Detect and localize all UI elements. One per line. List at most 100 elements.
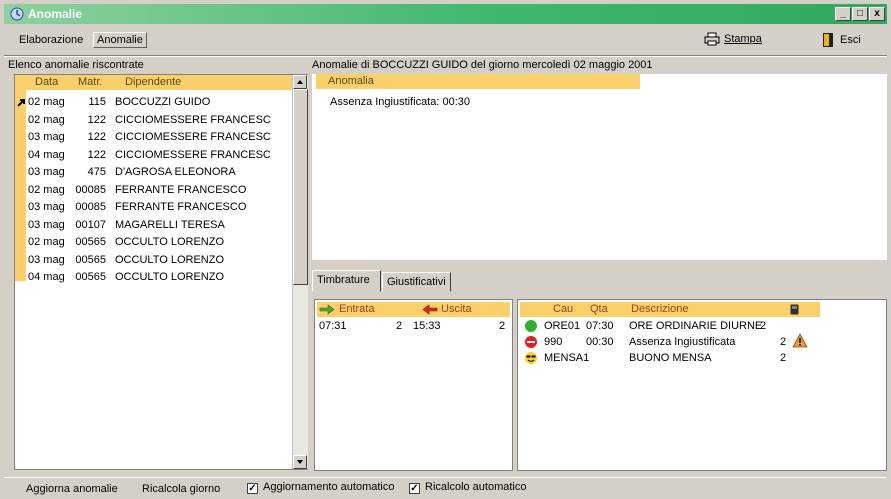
list-item[interactable]: 03 mag 00565 OCCULTO LORENZO [26, 253, 292, 267]
row-data: 02 mag [28, 113, 65, 126]
device-icon [790, 304, 799, 315]
anomaly-header: Anomalia [316, 74, 640, 89]
close-button[interactable]: x [869, 7, 885, 21]
list-item[interactable]: 02 mag 00085 FERRANTE FRANCESCO [26, 183, 292, 197]
anomaly-text: Assenza Ingiustificata: 00:30 [330, 96, 471, 108]
row-dipendente: OCCULTO LORENZO [115, 253, 224, 266]
cau-value: ORE01 [544, 320, 581, 332]
list-scrollbar[interactable] [292, 75, 308, 469]
giustificativo-row[interactable]: MENSA1 BUONO MENSA 2 [522, 351, 882, 365]
anomalie-window: Anomalie _ □ x Elaborazione Anomalie Sta… [0, 0, 891, 499]
row-data: 03 mag [28, 166, 65, 178]
maximize-button[interactable]: □ [852, 7, 868, 21]
col-anomalia: Anomalia [328, 75, 374, 87]
cau-value: MENSA1 [544, 352, 590, 364]
entrata-count: 2 [396, 320, 403, 332]
row-matr: 00565 [75, 253, 106, 266]
smiley-sunglasses-icon [525, 352, 537, 364]
col-data[interactable]: Data [35, 75, 58, 90]
list-item[interactable]: 02 mag 115 BOCCUZZI GUIDO [26, 95, 292, 109]
esci-label: Esci [840, 34, 861, 46]
scroll-down-button[interactable] [293, 455, 307, 469]
list-item[interactable]: 03 mag 122 CICCIOMESSERE FRANCESC [26, 130, 292, 144]
count-value: 2 [780, 336, 787, 348]
left-panel-title: Elenco anomalie riscontrate [8, 59, 144, 71]
anomalies-list[interactable]: Data Matr. Dipendente 02 mag 115 BOCCUZZI … [14, 74, 308, 470]
timbrature-header: Entrata Uscita [317, 302, 510, 317]
list-item[interactable]: 02 mag 122 CICCIOMESSERE FRANCESC [26, 113, 292, 127]
row-data: 03 mag [28, 253, 65, 266]
count-value: 2 [760, 320, 767, 332]
title-bar[interactable]: Anomalie _ □ x [4, 4, 887, 24]
row-dipendente: CICCIOMESSERE FRANCESC [115, 148, 271, 161]
giustificativi-grid[interactable]: Cau Qta Descrizione ORE01 07:30 ORE ORDI… [517, 299, 887, 471]
bottom-bar: Aggiorna anomalie Ricalcola giorno ✓ Agg… [4, 477, 887, 497]
col-dipendente[interactable]: Dipendente [125, 75, 181, 90]
giustificativo-row[interactable]: ORE01 07:30 ORE ORDINARIE DIURNE 2 [522, 319, 882, 333]
col-entrata: Entrata [339, 303, 375, 315]
list-item[interactable]: 02 mag 00565 OCCULTO LORENZO [26, 235, 292, 249]
menu-anomalie[interactable]: Anomalie [93, 32, 147, 48]
row-data: 02 mag [28, 236, 65, 248]
row-data: 04 mag [28, 271, 65, 283]
row-matr: 122 [87, 131, 106, 143]
row-dipendente: FERRANTE FRANCESCO [115, 201, 247, 213]
row-data: 03 mag [28, 201, 65, 213]
app-icon [10, 7, 24, 21]
row-matr: 00085 [75, 201, 106, 213]
list-item[interactable]: 03 mag 475 D'AGROSA ELEONORA [26, 165, 292, 179]
timbrature-grid[interactable]: Entrata Uscita 07:31 2 15:33 2 [314, 299, 513, 471]
toolbar-separator [4, 55, 887, 57]
uscita-time: 15:33 [413, 320, 441, 332]
list-item[interactable]: 03 mag 00107 MAGARELLI TERESA [26, 218, 292, 232]
ricalcola-giorno-button[interactable]: Ricalcola giorno [142, 483, 220, 495]
tab-timbrature[interactable]: Timbrature [312, 270, 381, 292]
row-matr: 122 [87, 148, 106, 161]
no-entry-icon [525, 336, 537, 348]
descr-value: BUONO MENSA [629, 352, 712, 364]
arrow-up-icon [297, 80, 303, 84]
warning-icon [792, 333, 808, 348]
list-item[interactable]: 03 mag 00085 FERRANTE FRANCESCO [26, 200, 292, 214]
menu-elaborazione[interactable]: Elaborazione [16, 33, 86, 47]
scroll-thumb[interactable] [293, 89, 308, 285]
timbratura-row[interactable]: 07:31 2 15:33 2 [319, 319, 509, 333]
row-data: 04 mag [28, 148, 65, 161]
row-data: 03 mag [28, 131, 65, 143]
row-dipendente: CICCIOMESSERE FRANCESC [115, 113, 271, 126]
minimize-button[interactable]: _ [835, 7, 851, 21]
stampa-button[interactable]: Stampa [704, 32, 762, 46]
row-dipendente: BOCCUZZI GUIDO [115, 96, 211, 108]
descr-value: Assenza Ingiustificata [629, 336, 736, 348]
list-item[interactable]: 04 mag 122 CICCIOMESSERE FRANCESC [26, 148, 292, 162]
aggiorna-anomalie-button[interactable]: Aggiorna anomalie [26, 483, 118, 495]
current-row-arrow-icon [17, 99, 25, 107]
uscita-arrow-icon [422, 304, 438, 315]
row-data: 02 mag [28, 183, 65, 196]
col-matr[interactable]: Matr. [78, 75, 102, 90]
printer-icon [704, 32, 720, 46]
row-dipendente: MAGARELLI TERESA [115, 218, 225, 231]
giustificativi-header: Cau Qta Descrizione [520, 302, 820, 317]
aggiornamento-automatico-checkbox[interactable]: ✓ [247, 483, 258, 494]
list-header: Data Matr. Dipendente [26, 75, 298, 90]
menu-bar: Elaborazione Anomalie Stampa Esci [4, 28, 887, 54]
esci-button[interactable]: Esci [822, 32, 861, 48]
list-item[interactable]: 04 mag 00565 OCCULTO LORENZO [26, 270, 292, 284]
scroll-up-button[interactable] [293, 75, 307, 89]
col-qta: Qta [590, 303, 608, 315]
tab-giustificativi[interactable]: Giustificativi [382, 272, 451, 292]
col-descrizione: Descrizione [631, 303, 689, 315]
ricalcolo-automatico-checkbox[interactable]: ✓ [409, 483, 420, 494]
right-panel-title: Anomalie di BOCCUZZI GUIDO del giorno me… [312, 59, 653, 71]
row-dipendente: CICCIOMESSERE FRANCESC [115, 131, 271, 143]
cau-value: 990 [544, 336, 563, 348]
entrata-time: 07:31 [319, 320, 347, 332]
qta-value: 00:30 [586, 336, 614, 348]
qta-value: 07:30 [586, 320, 614, 332]
giustificativo-row[interactable]: 990 00:30 Assenza Ingiustificata 2 [522, 333, 882, 349]
row-data: 02 mag [28, 96, 65, 108]
row-dipendente: FERRANTE FRANCESCO [115, 183, 247, 196]
anomaly-detail: Anomalia Assenza Ingiustificata: 00:30 [312, 74, 887, 260]
row-matr: 00565 [75, 236, 106, 248]
